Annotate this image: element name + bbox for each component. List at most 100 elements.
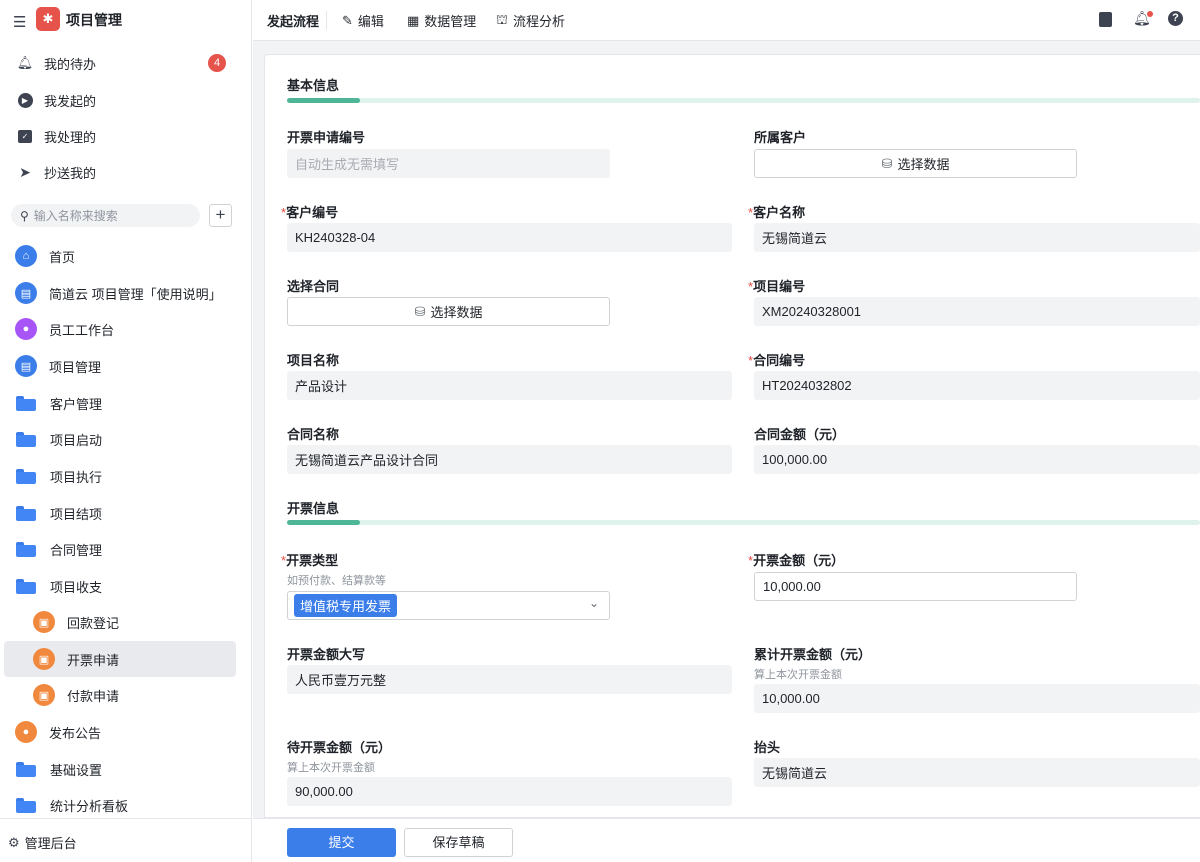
nav-label: 我的待办 [44, 56, 97, 72]
sidebar-item-project[interactable]: ▤ 项目管理 [4, 348, 236, 384]
label-invoice-amount: *开票金额（元） [748, 553, 845, 568]
sidebar: ☰ ✱ 项目管理 🔔︎ 我的待办 4 ▶ 我发起的 ✓ 我处理的 ➤ 抄送我的 ⚲ 输入名称… [0, 0, 252, 862]
admin-link[interactable]: ⚙ 管理后台 [8, 833, 77, 852]
sidebar-search-input[interactable]: ⚲ 输入名称来搜索 [11, 204, 200, 227]
sidebar-item-finance[interactable]: 项目收支 [4, 568, 236, 604]
tab-data-management[interactable]: ▦ 数据管理 [407, 11, 476, 30]
item-label: 首页 [49, 249, 76, 265]
workflow-form-icon: ▣ [33, 684, 55, 706]
home-icon: ⌂ [15, 245, 37, 267]
sidebar-item-start[interactable]: 项目启动 [4, 421, 236, 457]
menu-toggle-icon[interactable]: ☰ [13, 13, 26, 31]
nav-my-todo[interactable]: 🔔︎ 我的待办 4 [16, 51, 226, 75]
database-icon: ⛁ [881, 155, 893, 171]
amount-upper-field: 人民币壹万元整 [287, 665, 732, 694]
nav-label: 我发起的 [44, 93, 97, 109]
nav-label: 抄送我的 [44, 165, 97, 181]
sidebar-item-home[interactable]: ⌂ 首页 [4, 238, 236, 274]
org-chart-icon: ⛫ [496, 11, 508, 27]
total-amount-field: 10,000.00 [754, 684, 1200, 713]
item-label: 项目执行 [50, 469, 103, 485]
workflow-form-icon: ▣ [33, 611, 55, 633]
divider [0, 818, 252, 819]
label-invoice-type: *开票类型 [281, 553, 339, 568]
label-project-no: *项目编号 [748, 279, 806, 294]
tab-edit[interactable]: ✎ 编辑 [342, 11, 384, 30]
nav-my-started[interactable]: ▶ 我发起的 [16, 88, 96, 112]
app-title: 项目管理 [66, 12, 122, 28]
contract-no-field: HT2024032802 [754, 371, 1200, 400]
item-label: 项目收支 [50, 579, 103, 595]
user-icon: ● [15, 318, 37, 340]
item-label: 统计分析看板 [50, 798, 129, 814]
help-icon[interactable]: ? [1168, 11, 1183, 26]
add-button[interactable]: + [209, 204, 232, 227]
notification-icon[interactable]: 🔔︎ [1133, 10, 1153, 27]
gear-icon: ⚙ [8, 834, 20, 850]
workflow-form-icon: ▣ [33, 648, 55, 670]
label-apply-no: 开票申请编号 [287, 130, 366, 145]
sidebar-item-close[interactable]: 项目结项 [4, 495, 236, 531]
nav-cc-me[interactable]: ➤ 抄送我的 [16, 160, 96, 184]
folder-icon [16, 395, 36, 411]
sidebar-item-staff[interactable]: ● 员工工作台 [4, 311, 236, 347]
sidebar-item-contract[interactable]: 合同管理 [4, 531, 236, 567]
paper-plane-icon: ➤ [19, 163, 31, 180]
database-icon: ⛁ [414, 303, 426, 319]
notebook-icon[interactable] [1099, 12, 1112, 27]
sidebar-item-payment-apply[interactable]: ▣ 付款申请 [4, 677, 236, 713]
sidebar-item-execute[interactable]: 项目执行 [4, 458, 236, 494]
hint-invoice-type: 如预付款、结算款等 [287, 575, 386, 587]
item-label: 项目管理 [49, 359, 102, 375]
sidebar-item-settings[interactable]: 基础设置 [4, 751, 236, 787]
item-label: 回款登记 [67, 615, 120, 631]
nav-label: 我处理的 [44, 129, 97, 145]
invoice-type-select[interactable]: 增值税专用发票 ⌄ [287, 591, 610, 620]
pending-amount-field: 90,000.00 [287, 777, 732, 806]
save-draft-button[interactable]: 保存草稿 [404, 828, 513, 857]
document-icon: ▤ [15, 282, 37, 304]
label-customer-no: *客户编号 [281, 205, 339, 220]
item-label: 简道云 项目管理「使用说明」 [49, 286, 222, 302]
folder-icon [16, 541, 36, 557]
app-logo-icon: ✱ [36, 7, 60, 31]
contract-name-field: 无锡简道云产品设计合同 [287, 445, 732, 474]
item-label: 项目启动 [50, 432, 103, 448]
folder-icon [16, 468, 36, 484]
tab-label: 数据管理 [424, 14, 477, 29]
submit-button[interactable]: 提交 [287, 828, 396, 857]
contract-amount-field: 100,000.00 [754, 445, 1200, 474]
section-title-invoice: 开票信息 [287, 501, 340, 516]
folder-icon [16, 505, 36, 521]
sidebar-item-payment-receipt[interactable]: ▣ 回款登记 [4, 604, 236, 640]
button-label: 选择数据 [897, 157, 950, 172]
bell-icon: 🔔︎ [16, 55, 34, 70]
apply-no-field: 自动生成无需填写 [287, 149, 610, 178]
select-customer-button[interactable]: ⛁ 选择数据 [754, 149, 1077, 178]
item-label: 基础设置 [50, 762, 103, 778]
sidebar-item-guide[interactable]: ▤ 简道云 项目管理「使用说明」 [4, 275, 236, 311]
item-label: 合同管理 [50, 542, 103, 558]
sidebar-item-invoice-apply[interactable]: ▣ 开票申请 [4, 641, 236, 677]
form-footer: 提交 保存草稿 [253, 818, 1200, 862]
sidebar-item-customer[interactable]: 客户管理 [4, 385, 236, 421]
nav-my-handled[interactable]: ✓ 我处理的 [16, 124, 96, 148]
label-customer: 所属客户 [754, 130, 807, 145]
label-customer-name: *客户名称 [748, 205, 806, 220]
tab-label: 发起流程 [267, 14, 320, 29]
project-no-field: XM20240328001 [754, 297, 1200, 326]
label-title: 抬头 [754, 740, 781, 755]
label-total-amount: 累计开票金额（元） [754, 647, 872, 662]
customer-no-field: KH240328-04 [287, 223, 732, 252]
item-label: 项目结项 [50, 506, 103, 522]
tab-start-flow[interactable]: 发起流程 [267, 11, 319, 30]
chevron-down-icon: ⌄ [588, 596, 599, 610]
invoice-amount-input[interactable]: 10,000.00 [754, 572, 1077, 601]
tab-flow-analysis[interactable]: ⛫ 流程分析 [496, 11, 565, 30]
label-project-name: 项目名称 [287, 353, 340, 368]
label-pending-amount: 待开票金额（元） [287, 740, 392, 755]
label-contract-select: 选择合同 [287, 279, 340, 294]
select-contract-button[interactable]: ⛁ 选择数据 [287, 297, 610, 326]
section-bar [287, 520, 1200, 525]
sidebar-item-announcement[interactable]: ● 发布公告 [4, 714, 236, 750]
